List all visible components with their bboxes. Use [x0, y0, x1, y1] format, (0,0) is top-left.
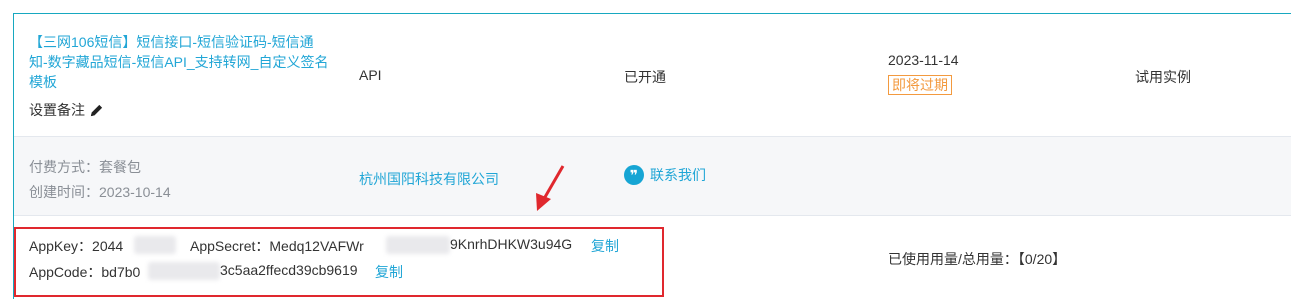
pencil-icon[interactable]	[89, 103, 104, 118]
appsecret-text: AppSecret：Medq12VAFWr	[190, 238, 364, 254]
created-time: 创建时间：2023-10-14	[29, 184, 171, 200]
pay-method: 付费方式：套餐包	[29, 159, 141, 175]
chat-bubble-icon: ❞	[624, 165, 644, 185]
instance-status: 已开通	[624, 69, 666, 85]
appsecret-redacted	[386, 236, 450, 254]
instance-type: API	[359, 67, 382, 83]
remark-label: 设置备注	[29, 102, 85, 118]
instance-summary-row: 【三网106短信】短信接口-短信验证码-短信通知-数字藏品短信-短信API_支持…	[14, 14, 1291, 136]
copy-appsecret-button[interactable]: 复制	[591, 236, 619, 256]
appkey-redacted	[134, 236, 176, 254]
contact-us-link[interactable]: ❞ 联系我们	[624, 165, 706, 185]
appcode-text: AppCode：bd7b0	[29, 264, 141, 280]
expiring-badge: 即将过期	[888, 75, 952, 95]
usage-count: 已使用用量/总用量：【0/20】	[888, 251, 1067, 267]
copy-appcode-button[interactable]: 复制	[375, 262, 403, 282]
appcode-redacted	[148, 262, 220, 280]
appcode-suffix: 3c5aa2ffecd39cb9619	[220, 262, 358, 278]
contact-label: 联系我们	[650, 167, 706, 183]
instance-note: 试用实例	[1135, 69, 1191, 85]
credentials-row: AppKey：2044 AppSecret：Medq12VAFWr 9KnrhD…	[14, 216, 1291, 299]
set-remark-button[interactable]: 设置备注	[29, 100, 104, 120]
appsecret-suffix: 9KnrhDHKW3u94G	[450, 236, 573, 252]
company-link[interactable]: 杭州国阳科技有限公司	[359, 169, 499, 189]
instance-card: 【三网106短信】短信接口-短信验证码-短信通知-数字藏品短信-短信API_支持…	[13, 13, 1291, 299]
expire-date: 2023-11-14	[888, 52, 959, 68]
appkey-text: AppKey：2044	[29, 238, 124, 254]
product-name-link[interactable]: 【三网106短信】短信接口-短信验证码-短信通知-数字藏品短信-短信API_支持…	[29, 32, 329, 92]
instance-details-row: 付费方式：套餐包 创建时间：2023-10-14 杭州国阳科技有限公司 ❞ 联系…	[14, 136, 1291, 216]
